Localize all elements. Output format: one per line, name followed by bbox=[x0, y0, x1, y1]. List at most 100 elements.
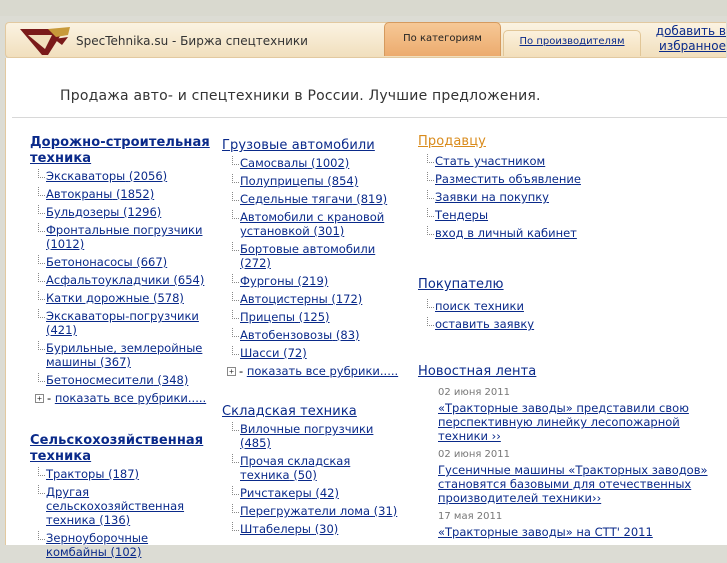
category-link[interactable]: Вилочные погрузчики (485) bbox=[240, 422, 373, 450]
category-link[interactable]: Тракторы (187) bbox=[46, 467, 139, 481]
category-link[interactable]: Другая сельскохозяйственная техника (136… bbox=[46, 485, 184, 527]
expand-icon[interactable]: + bbox=[35, 394, 44, 403]
category-link[interactable]: Катки дорожные (578) bbox=[46, 291, 184, 305]
list-item[interactable]: Бортовые автомобили (272) bbox=[231, 242, 402, 270]
list-item[interactable]: поиск техники bbox=[426, 299, 718, 313]
category-link[interactable]: Автомобили с крановой установкой (301) bbox=[240, 210, 384, 238]
favorites-line1[interactable]: добавить в bbox=[656, 24, 726, 38]
show-all-trucks-link[interactable]: показать все рубрики..... bbox=[247, 364, 398, 378]
category-link[interactable]: Самосвалы (1002) bbox=[240, 156, 349, 170]
news-link[interactable]: «Тракторные заводы» представили свою пер… bbox=[438, 401, 689, 443]
list-item[interactable]: Бурильные, землеройные машины (367) bbox=[37, 341, 212, 369]
list-item[interactable]: Экскаваторы (2056) bbox=[37, 169, 212, 183]
category-link[interactable]: Полуприцепы (854) bbox=[240, 174, 358, 188]
list-item[interactable]: Автомобили с крановой установкой (301) bbox=[231, 210, 402, 238]
add-to-favorites-link[interactable]: добавить в избранное bbox=[646, 24, 726, 54]
category-warehouse[interactable]: Складская техника bbox=[222, 404, 402, 420]
list-item[interactable]: Асфальтоукладчики (654) bbox=[37, 273, 212, 287]
category-link[interactable]: Зерноуборочные комбайны (102) bbox=[46, 531, 148, 559]
list-item[interactable]: Шасси (72) bbox=[231, 346, 402, 360]
menu-link[interactable]: Разместить объявление bbox=[435, 172, 581, 186]
buyer-title[interactable]: Покупателю bbox=[418, 277, 718, 293]
category-count: (348) bbox=[157, 373, 189, 387]
list-item[interactable]: Автобензовозы (83) bbox=[231, 328, 402, 342]
category-link[interactable]: Бульдозеры (1296) bbox=[46, 205, 161, 219]
list-item[interactable]: Фургоны (219) bbox=[231, 274, 402, 288]
agricultural-list: Тракторы (187) Другая сельскохозяйственна… bbox=[37, 467, 212, 559]
menu-link[interactable]: поиск техники bbox=[435, 299, 524, 313]
expand-icon[interactable]: + bbox=[227, 367, 236, 376]
list-item[interactable]: Тракторы (187) bbox=[37, 467, 212, 481]
list-item[interactable]: Самосвалы (1002) bbox=[231, 156, 402, 170]
menu-link[interactable]: Тендеры bbox=[435, 208, 488, 222]
tab-by-manufacturer[interactable]: По производителям bbox=[503, 30, 641, 56]
category-link[interactable]: Автоцистерны (172) bbox=[240, 292, 362, 306]
tab-by-category[interactable]: По категориям bbox=[384, 22, 501, 56]
menu-link[interactable]: Стать участником bbox=[435, 154, 545, 168]
category-link[interactable]: Бурильные, землеройные машины (367) bbox=[46, 341, 202, 369]
category-link[interactable]: Ричстакеры (42) bbox=[240, 486, 339, 500]
category-count: (854) bbox=[327, 174, 359, 188]
list-item[interactable]: Автоцистерны (172) bbox=[231, 292, 402, 306]
category-link[interactable]: Седельные тягачи (819) bbox=[240, 192, 387, 206]
menu-link[interactable]: оставить заявку bbox=[435, 317, 534, 331]
list-item[interactable]: Прочая складская техника (50) bbox=[231, 454, 402, 482]
list-item[interactable]: Бетононасосы (667) bbox=[37, 255, 212, 269]
category-link[interactable]: Бетоносмесители (348) bbox=[46, 373, 188, 387]
category-road-construction[interactable]: Дорожно-строительная техника bbox=[30, 135, 212, 167]
category-link[interactable]: Прицепы (125) bbox=[240, 310, 330, 324]
seller-links: Стать участником Разместить объявление Зая… bbox=[426, 154, 718, 240]
menu-link[interactable]: Заявки на покупку bbox=[435, 190, 549, 204]
list-item[interactable]: вход в личный кабинет bbox=[426, 226, 718, 240]
show-all-road-link[interactable]: показать все рубрики..... bbox=[55, 391, 206, 405]
list-item[interactable]: Ричстакеры (42) bbox=[231, 486, 402, 500]
menu-link[interactable]: вход в личный кабинет bbox=[435, 226, 577, 240]
list-item[interactable]: Седельные тягачи (819) bbox=[231, 192, 402, 206]
list-item[interactable]: Фронтальные погрузчики (1012) bbox=[37, 223, 212, 251]
category-link[interactable]: Шасси (72) bbox=[240, 346, 307, 360]
category-link[interactable]: Фронтальные погрузчики (1012) bbox=[46, 223, 202, 251]
list-item[interactable]: Зерноуборочные комбайны (102) bbox=[37, 531, 212, 559]
category-count: (187) bbox=[108, 467, 140, 481]
list-item[interactable]: Катки дорожные (578) bbox=[37, 291, 212, 305]
list-item[interactable]: Разместить объявление bbox=[426, 172, 718, 186]
category-link[interactable]: Экскаваторы (2056) bbox=[46, 169, 167, 183]
category-trucks[interactable]: Грузовые автомобили bbox=[222, 138, 402, 154]
list-item[interactable]: Заявки на покупку bbox=[426, 190, 718, 204]
category-count: (654) bbox=[173, 273, 205, 287]
list-item[interactable]: Экскаваторы-погрузчики (421) bbox=[37, 309, 212, 337]
list-item[interactable]: Бульдозеры (1296) bbox=[37, 205, 212, 219]
list-item[interactable]: Полуприцепы (854) bbox=[231, 174, 402, 188]
list-item[interactable]: Вилочные погрузчики (485) bbox=[231, 422, 402, 450]
news-link[interactable]: «Тракторные заводы» на СТТ' 2011 bbox=[438, 525, 653, 539]
category-link[interactable]: Автобензовозы (83) bbox=[240, 328, 360, 342]
list-item[interactable]: Прицепы (125) bbox=[231, 310, 402, 324]
category-link[interactable]: Бортовые автомобили (272) bbox=[240, 242, 375, 270]
list-item[interactable]: Бетоносмесители (348) bbox=[37, 373, 212, 387]
news-title[interactable]: Новостная лента bbox=[418, 364, 718, 380]
category-link[interactable]: Штабелеры (30) bbox=[240, 522, 338, 536]
list-item[interactable]: Другая сельскохозяйственная техника (136… bbox=[37, 485, 212, 527]
category-link[interactable]: Фургоны (219) bbox=[240, 274, 328, 288]
category-link[interactable]: Асфальтоукладчики (654) bbox=[46, 273, 204, 287]
seller-title[interactable]: Продавцу bbox=[418, 134, 718, 150]
logo-icon[interactable] bbox=[18, 25, 72, 57]
category-link[interactable]: Перегружатели лома (31) bbox=[240, 504, 397, 518]
category-count: (1002) bbox=[311, 156, 350, 170]
list-item[interactable]: Стать участником bbox=[426, 154, 718, 168]
category-link[interactable]: Бетононасосы (667) bbox=[46, 255, 167, 269]
category-link[interactable]: Экскаваторы-погрузчики (421) bbox=[46, 309, 199, 337]
category-agricultural[interactable]: Сельскохозяйственная техника bbox=[30, 433, 212, 465]
category-count: (125) bbox=[298, 310, 330, 324]
category-label: Экскаваторы-погрузчики bbox=[46, 309, 199, 323]
list-item[interactable]: Тендеры bbox=[426, 208, 718, 222]
list-item[interactable]: оставить заявку bbox=[426, 317, 718, 331]
category-label: Штабелеры bbox=[240, 522, 312, 536]
news-link[interactable]: Гусеничные машины «Тракторных заводов» с… bbox=[438, 463, 708, 505]
category-link[interactable]: Автокраны (1852) bbox=[46, 187, 154, 201]
favorites-line2[interactable]: избранное bbox=[659, 39, 726, 53]
category-link[interactable]: Прочая складская техника (50) bbox=[240, 454, 350, 482]
list-item[interactable]: Штабелеры (30) bbox=[231, 522, 402, 536]
list-item[interactable]: Перегружатели лома (31) bbox=[231, 504, 402, 518]
list-item[interactable]: Автокраны (1852) bbox=[37, 187, 212, 201]
